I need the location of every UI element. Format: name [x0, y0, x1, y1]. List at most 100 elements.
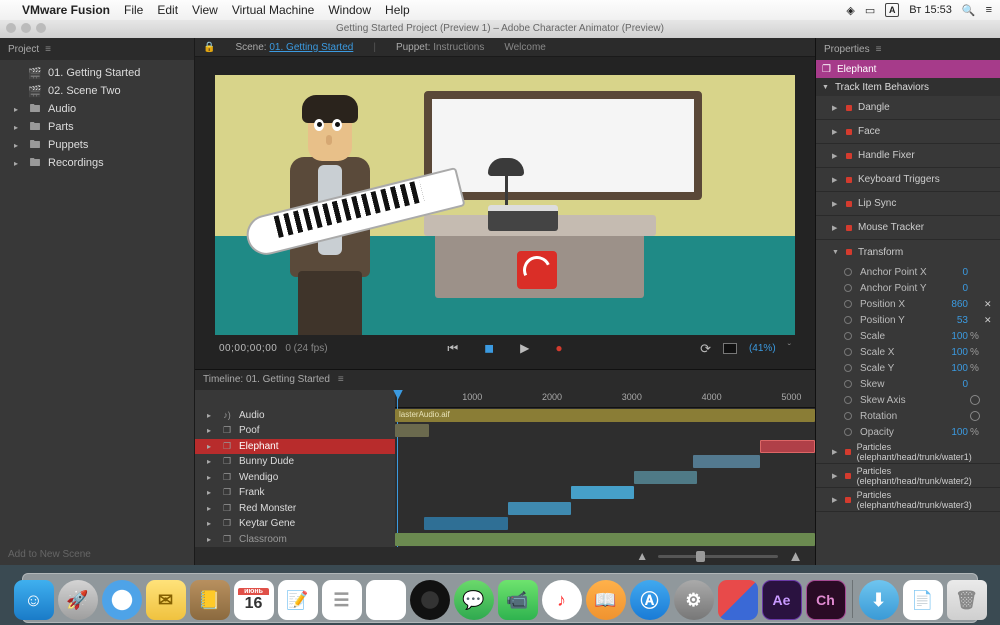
menu-app[interactable]: VMware Fusion	[22, 3, 110, 17]
timeline-ruler-area[interactable]: 1000 2000 3000 4000 5000 lasterAudio.aif	[395, 390, 815, 548]
behavior-transform[interactable]: ▼ Transform	[816, 240, 1000, 264]
timeline-track-poof[interactable]: ▸❐Poof	[195, 423, 395, 439]
panel-menu-icon[interactable]: ≡	[876, 44, 882, 55]
timeline-track-red-monster[interactable]: ▸❐Red Monster	[195, 501, 395, 517]
project-item-folder[interactable]: ▸🖿Audio	[0, 100, 194, 118]
timeline-clip[interactable]	[571, 486, 634, 499]
behavior-face[interactable]: ▶Face	[816, 120, 1000, 144]
dock-contacts-icon[interactable]: 📒	[190, 580, 230, 620]
dock-downloads-icon[interactable]: ⬇	[859, 580, 899, 620]
project-item-scene[interactable]: 🎬01. Getting Started	[0, 64, 194, 82]
menu-edit[interactable]: Edit	[157, 3, 178, 17]
dock-notes-icon[interactable]: 📝	[278, 580, 318, 620]
transform-scale-y[interactable]: Scale Y100%	[816, 360, 1000, 376]
dock-parallels-icon[interactable]	[718, 580, 758, 620]
transform-position-y[interactable]: Position Y53✕	[816, 312, 1000, 328]
dock-calendar-icon[interactable]: июнь16	[234, 580, 274, 620]
timeline-track-audio[interactable]: ▸♪)Audio	[195, 408, 395, 424]
timeline-clip-row[interactable]	[395, 501, 815, 517]
welcome-tab[interactable]: Welcome	[504, 42, 546, 53]
timeline-track-elephant[interactable]: ▸❐Elephant	[195, 439, 395, 455]
behavior-particles[interactable]: ▶Particles (elephant/head/trunk/water2)	[816, 464, 1000, 488]
timeline-track-frank[interactable]: ▸❐Frank	[195, 485, 395, 501]
menu-window[interactable]: Window	[328, 3, 371, 17]
menubar-clock[interactable]: Вт 15:53	[909, 4, 952, 16]
timeline-clip[interactable]	[634, 471, 697, 484]
timeline-ruler[interactable]: 1000 2000 3000 4000 5000	[395, 390, 815, 408]
timeline-clip-row[interactable]	[395, 439, 815, 455]
timeline-clip-row[interactable]	[395, 532, 815, 548]
dock-finder-icon[interactable]: ☺	[14, 580, 54, 620]
transform-rotation[interactable]: Rotation	[816, 408, 1000, 424]
transform-anchor-point-y[interactable]: Anchor Point Y0	[816, 280, 1000, 296]
menu-help[interactable]: Help	[385, 3, 410, 17]
dock-photos-icon[interactable]: 🏞	[366, 580, 406, 620]
dock-safari-icon[interactable]	[102, 580, 142, 620]
transform-skew[interactable]: Skew0	[816, 376, 1000, 392]
timeline-clip[interactable]	[424, 517, 508, 530]
behavior-keyboard-triggers[interactable]: ▶Keyboard Triggers	[816, 168, 1000, 192]
record-button[interactable]: ●	[555, 341, 562, 356]
behavior-particles[interactable]: ▶Particles (elephant/head/trunk/water3)	[816, 488, 1000, 512]
properties-panel-header[interactable]: Properties ≡	[816, 38, 1000, 60]
dock-character-animator-icon[interactable]: Ch	[806, 580, 846, 620]
project-panel-header[interactable]: Project ≡	[0, 38, 194, 60]
timeline-track-keytar-gene[interactable]: ▸❐Keytar Gene	[195, 516, 395, 532]
timeline-clip[interactable]	[395, 533, 815, 546]
timeline-zoom-slider[interactable]	[658, 555, 778, 558]
spotlight-icon[interactable]: 🔍	[962, 4, 976, 17]
panel-menu-icon[interactable]: ≡	[338, 374, 344, 385]
lock-icon[interactable]: 🔒	[203, 42, 215, 53]
timeline-clip-row[interactable]	[395, 485, 815, 501]
dock-messages-icon[interactable]: 💬	[454, 580, 494, 620]
wifi-icon[interactable]: ◈	[846, 4, 854, 17]
transform-opacity[interactable]: Opacity100%	[816, 424, 1000, 440]
project-item-folder[interactable]: ▸🖿Puppets	[0, 136, 194, 154]
menu-virtual-machine[interactable]: Virtual Machine	[232, 3, 315, 17]
timeline-track-bunny-dude[interactable]: ▸❐Bunny Dude	[195, 454, 395, 470]
zoom-out-icon[interactable]: ▲	[636, 549, 648, 563]
preview-toggle[interactable]	[723, 343, 737, 354]
zoom-dropdown-icon[interactable]: ˇ	[788, 343, 791, 354]
dock-appstore-icon[interactable]: Ⓐ	[630, 580, 670, 620]
dock-facetime-icon[interactable]: 📹	[498, 580, 538, 620]
input-lang-icon[interactable]: А	[885, 3, 899, 17]
preview-canvas[interactable]	[215, 75, 795, 334]
dock-itunes-icon[interactable]: ♪	[542, 580, 582, 620]
timeline-header[interactable]: Timeline: 01. Getting Started ≡	[195, 370, 815, 390]
timeline-track-wendigo[interactable]: ▸❐Wendigo	[195, 470, 395, 486]
loop-button[interactable]: ⟳	[700, 341, 711, 357]
panel-menu-icon[interactable]: ≡	[45, 44, 51, 55]
transform-anchor-point-x[interactable]: Anchor Point X0	[816, 264, 1000, 280]
play-button[interactable]: ▶	[520, 341, 529, 356]
timeline-clip[interactable]	[395, 424, 429, 437]
menu-file[interactable]: File	[124, 3, 143, 17]
timeline-clip-row[interactable]	[395, 423, 815, 439]
behavior-lip-sync[interactable]: ▶Lip Sync	[816, 192, 1000, 216]
timeline-clip[interactable]	[693, 455, 760, 468]
project-panel-footer[interactable]: Add to New Scene	[0, 543, 194, 565]
timecode[interactable]: 00;00;00;00	[219, 343, 277, 354]
timeline-clip-row[interactable]	[395, 470, 815, 486]
dock-mail-icon[interactable]: ✉	[146, 580, 186, 620]
menu-view[interactable]: View	[192, 3, 218, 17]
transform-scale[interactable]: Scale100%	[816, 328, 1000, 344]
dock-launchpad-icon[interactable]: 🚀	[58, 580, 98, 620]
dock-trash-icon[interactable]: 🗑	[947, 580, 987, 620]
track-item-behaviors-section[interactable]: ▼Track Item Behaviors	[816, 78, 1000, 96]
timeline-clip-row[interactable]	[395, 516, 815, 532]
project-item-folder[interactable]: ▸🖿Recordings	[0, 154, 194, 172]
selected-puppet-header[interactable]: ❐ Elephant	[816, 60, 1000, 78]
notification-center-icon[interactable]: ≡	[986, 4, 992, 16]
dock-photobooth-icon[interactable]	[410, 580, 450, 620]
zoom-percent[interactable]: (41%)	[749, 343, 776, 354]
transform-scale-x[interactable]: Scale X100%	[816, 344, 1000, 360]
behavior-dangle[interactable]: ▶Dangle	[816, 96, 1000, 120]
timeline-clip[interactable]: lasterAudio.aif	[395, 409, 815, 422]
behavior-particles[interactable]: ▶Particles (elephant/head/trunk/water1)	[816, 440, 1000, 464]
transform-skew-axis[interactable]: Skew Axis	[816, 392, 1000, 408]
timeline-clip[interactable]	[508, 502, 571, 515]
project-item-scene[interactable]: 🎬02. Scene Two	[0, 82, 194, 100]
behavior-handle-fixer[interactable]: ▶Handle Fixer	[816, 144, 1000, 168]
dock-system-preferences-icon[interactable]: ⚙	[674, 580, 714, 620]
